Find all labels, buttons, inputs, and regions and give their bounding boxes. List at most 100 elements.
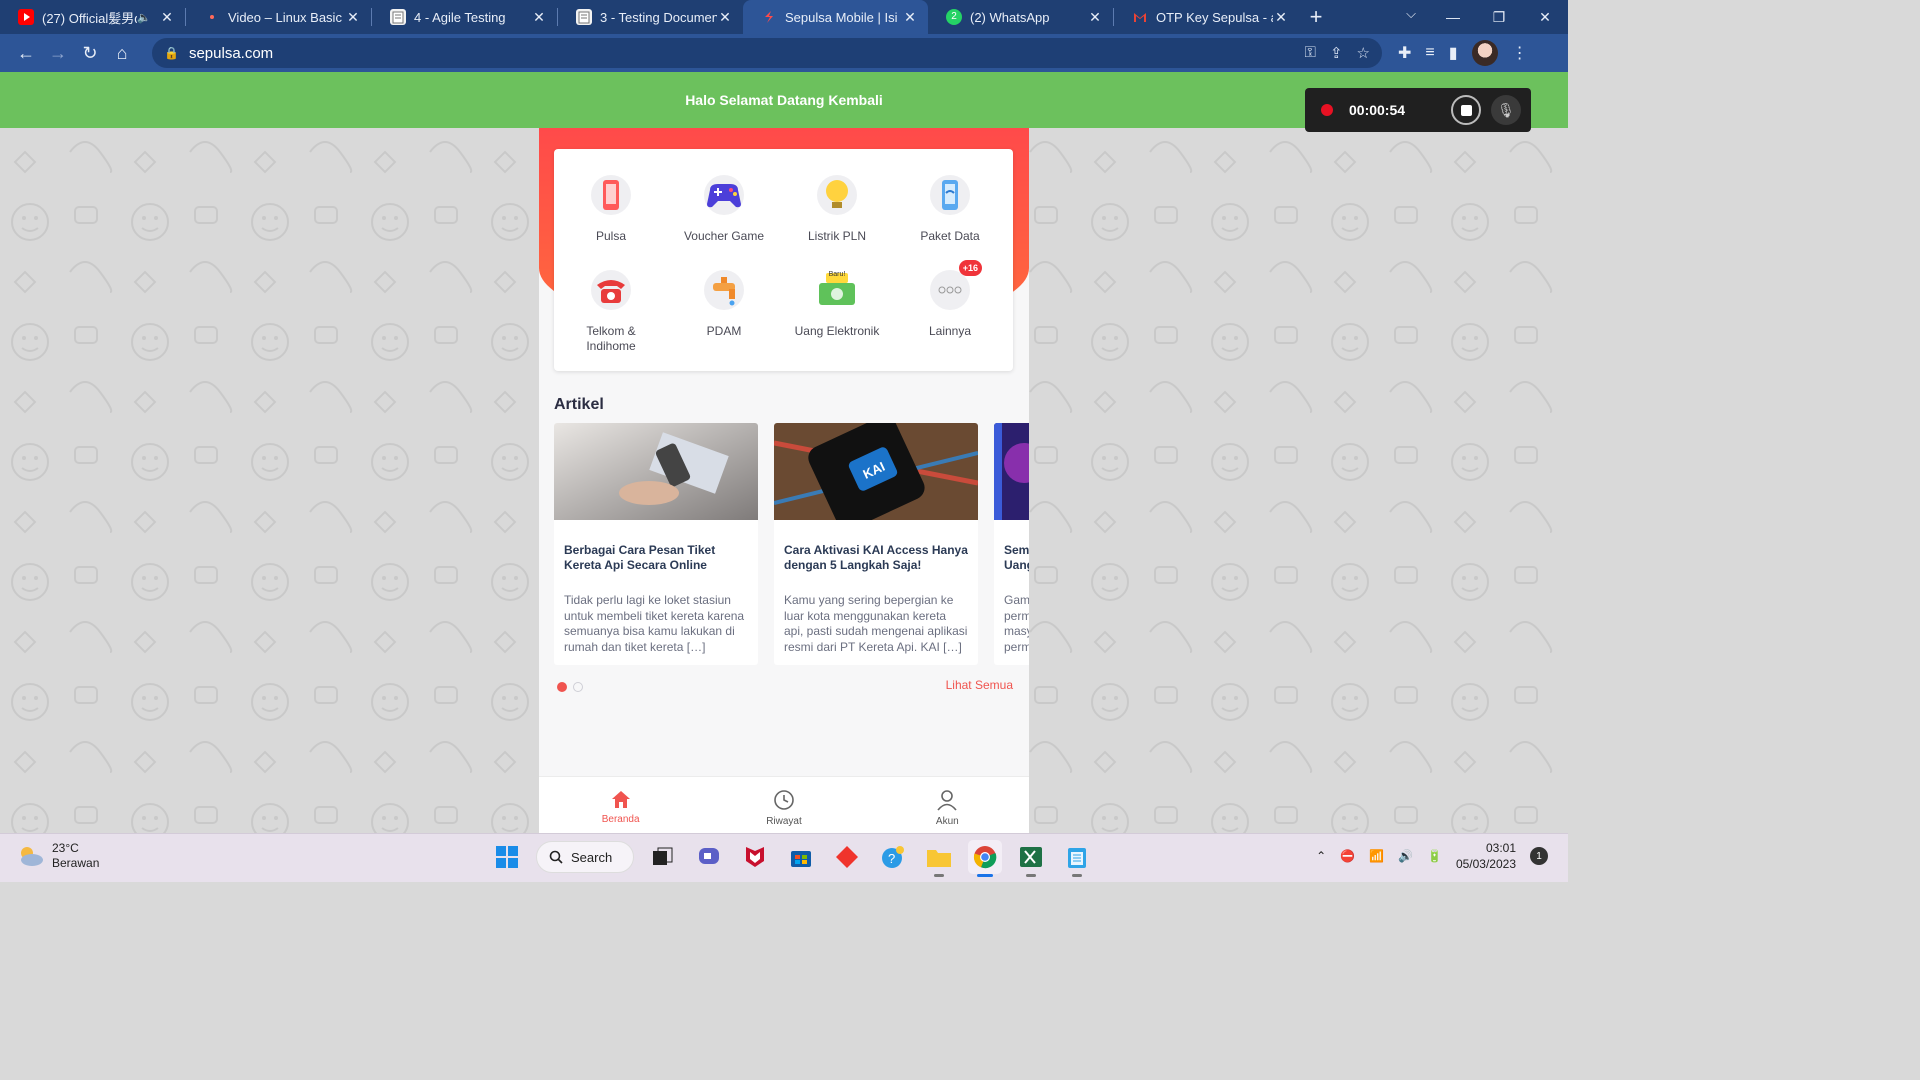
nav-item-riwayat[interactable]: Riwayat — [702, 777, 865, 833]
star-icon[interactable]: ☆ — [1357, 44, 1370, 62]
welcome-text: Halo Selamat Datang Kembali — [685, 92, 883, 108]
menu-item-pulsa[interactable]: Pulsa — [555, 175, 667, 244]
see-all-link[interactable]: Lihat Semua — [946, 678, 1013, 692]
system-tray: ⌃ ⛔ 📶 🔊 🔋 03:01 05/03/2023 1 — [1316, 840, 1548, 872]
media-control-icon[interactable]: ≡ — [1425, 44, 1434, 62]
back-arrow-icon[interactable]: ← — [10, 37, 42, 69]
start-button[interactable] — [490, 840, 524, 874]
chevron-up-icon[interactable]: ⌃ — [1316, 849, 1326, 863]
notification-badge[interactable]: 1 — [1530, 847, 1548, 865]
lock-icon[interactable]: 🔒 — [164, 46, 179, 60]
file-explorer-icon[interactable] — [922, 840, 956, 877]
menu-item-telkom-indihome[interactable]: Telkom & Indihome — [555, 270, 667, 354]
nav-item-akun[interactable]: Akun — [866, 777, 1029, 833]
clock[interactable]: 03:01 05/03/2023 — [1456, 840, 1516, 872]
tab-testing-document[interactable]: 3 - Testing Document ✕ — [558, 0, 743, 34]
tab-search-chevron-icon[interactable]: ⌵ — [1406, 6, 1416, 22]
new-tag: Baru! — [828, 271, 846, 278]
carousel-dot-active[interactable] — [557, 682, 567, 692]
phone-icon — [591, 175, 631, 215]
close-icon[interactable]: ✕ — [902, 9, 918, 26]
tab-agile-testing[interactable]: 4 - Agile Testing ✕ — [372, 0, 557, 34]
tab-label: OTP Key Sepulsa - auc — [1156, 9, 1273, 25]
lightbulb-icon — [817, 175, 857, 215]
microsoft-store-icon[interactable] — [784, 840, 818, 874]
task-view-icon[interactable] — [646, 840, 680, 874]
menu-item-voucher-game[interactable]: Voucher Game — [668, 175, 780, 244]
article-title: Semu Uang — [1004, 543, 1029, 572]
menu-label: Voucher Game — [683, 229, 765, 243]
gmail-icon — [1132, 9, 1148, 25]
notepad-icon[interactable] — [1060, 840, 1094, 877]
address-bar[interactable]: 🔒 sepulsa.com ⚿ ⇪ ☆ — [152, 38, 1382, 68]
forward-arrow-icon[interactable]: → — [42, 37, 74, 69]
menu-item-paket-data[interactable]: Paket Data — [894, 175, 1006, 244]
chrome-icon[interactable] — [968, 840, 1002, 877]
tab-gmail[interactable]: OTP Key Sepulsa - auc ✕ — [1114, 0, 1299, 34]
article-excerpt: Game perm masy perm — [1004, 593, 1029, 654]
menu-item-listrik-pln[interactable]: Listrik PLN — [781, 175, 893, 244]
new-tab-button[interactable]: + — [1299, 0, 1333, 34]
share-icon[interactable]: ⇪ — [1330, 44, 1343, 62]
excel-icon[interactable] — [1014, 840, 1048, 877]
menu-item-pdam[interactable]: PDAM — [668, 270, 780, 339]
close-icon[interactable]: ✕ — [531, 9, 547, 26]
nav-item-beranda[interactable]: Beranda — [539, 777, 702, 833]
restore-button[interactable]: ❐ — [1476, 0, 1522, 34]
e-money-icon: Baru! — [817, 270, 857, 310]
url-text: sepulsa.com — [188, 44, 274, 62]
tab-sepulsa[interactable]: Sepulsa Mobile | Isi Ul ✕ — [743, 0, 928, 34]
article-excerpt: Kamu yang sering bepergian ke luar kota … — [784, 593, 968, 654]
article-card[interactable]: Semu Uang Game perm masy perm — [994, 423, 1029, 665]
close-icon[interactable]: ✕ — [1273, 9, 1289, 26]
key-icon[interactable]: ⚿ — [1305, 44, 1316, 62]
teams-chat-icon[interactable] — [692, 840, 726, 874]
window-controls: — ❐ ✕ — [1430, 0, 1568, 34]
security-status-icon[interactable]: ⛔ — [1340, 849, 1355, 863]
stop-recording-button[interactable] — [1451, 95, 1481, 125]
home-icon[interactable]: ⌂ — [106, 37, 138, 69]
menu-item-uang-elektronik[interactable]: Baru! Uang Elektronik — [781, 270, 893, 339]
whatsapp-icon: 2 — [946, 9, 962, 25]
close-icon[interactable]: ✕ — [159, 9, 175, 26]
user-icon — [937, 790, 957, 811]
article-card[interactable]: KAI Cara Aktivasi KAI Access Hanya denga… — [774, 423, 978, 665]
article-excerpt: Tidak perlu lagi ke loket stasiun untuk … — [564, 593, 745, 654]
tab-youtube[interactable]: (27) Official髪男d 🔈 ✕ — [0, 0, 185, 34]
more-icon: +16 — [930, 260, 982, 310]
close-icon[interactable]: ✕ — [345, 9, 361, 26]
article-title: Cara Aktivasi KAI Access Hanya dengan 5 … — [784, 543, 968, 572]
close-window-button[interactable]: ✕ — [1522, 0, 1568, 34]
avatar[interactable] — [1471, 40, 1498, 66]
mcafee-icon[interactable] — [738, 840, 772, 874]
mute-microphone-icon[interactable]: 🎙 — [1491, 95, 1521, 125]
side-panel-icon[interactable]: ▮ — [1449, 43, 1458, 63]
speaker-icon[interactable]: 🔈 — [137, 11, 151, 24]
diamond-app-icon[interactable] — [830, 840, 864, 874]
taskbar-search[interactable]: Search — [536, 841, 634, 873]
battery-icon[interactable]: 🔋 — [1427, 849, 1442, 863]
reload-icon[interactable]: ↻ — [74, 37, 106, 69]
tab-label: (2) WhatsApp — [970, 9, 1050, 25]
svg-text:?: ? — [888, 851, 895, 866]
tab-whatsapp[interactable]: 2 (2) WhatsApp ✕ — [928, 0, 1113, 34]
menu-item-lainnya[interactable]: +16 Lainnya — [894, 260, 1006, 339]
weather-widget[interactable]: 23°C Berawan — [16, 841, 99, 871]
clock-date: 05/03/2023 — [1455, 857, 1516, 871]
wifi-icon[interactable]: 📶 — [1369, 849, 1384, 863]
windows-logo-icon — [496, 846, 518, 868]
mobile-app-frame: Pulsa Voucher Game Listrik PLN Paket Dat… — [539, 128, 1029, 833]
close-icon[interactable]: ✕ — [1087, 9, 1103, 26]
extensions-puzzle-icon[interactable]: ✚ — [1398, 43, 1411, 63]
help-icon[interactable]: ? — [876, 840, 910, 874]
close-icon[interactable]: ✕ — [717, 9, 733, 26]
minimize-button[interactable]: — — [1430, 0, 1476, 34]
tab-video-linux[interactable]: Video – Linux Basic Co ✕ — [186, 0, 371, 34]
volume-icon[interactable]: 🔊 — [1398, 849, 1413, 863]
search-label: Search — [571, 849, 613, 865]
bottom-navigation: Beranda Riwayat Akun — [539, 776, 1029, 833]
kebab-menu-icon[interactable]: ⋮ — [1512, 43, 1528, 63]
article-card[interactable]: Berbagai Cara Pesan Tiket Kereta Api Sec… — [554, 423, 758, 665]
carousel-dot[interactable] — [573, 682, 583, 692]
stop-icon — [1460, 104, 1472, 116]
